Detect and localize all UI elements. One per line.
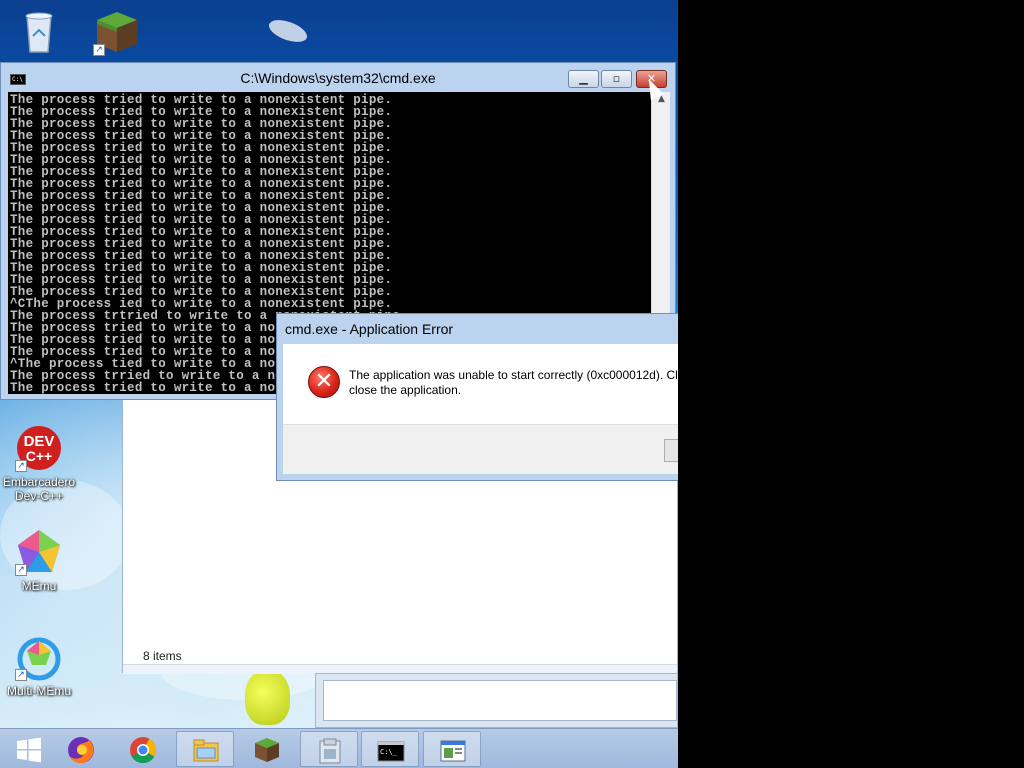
app-icon: [316, 737, 344, 765]
secondary-window[interactable]: [315, 673, 678, 728]
screen: ↗ DEV C++ ↗ Embarcadero Dev-C++ ↗ MEmu ↗…: [0, 0, 678, 768]
memu-icon: ↗: [15, 528, 63, 576]
firefox-icon: [67, 736, 95, 764]
maximize-icon: ▫: [612, 72, 621, 85]
error-icon: ✕: [308, 366, 340, 398]
shortcut-arrow-icon: ↗: [93, 44, 105, 56]
wallpaper-ball: [245, 670, 290, 725]
secondary-window-content: [323, 680, 677, 721]
taskbar-minecraft[interactable]: [238, 731, 296, 767]
wallpaper-bird: [266, 15, 310, 47]
command-prompt-icon: C:\_: [377, 737, 405, 765]
desktop-icon-label: MEmu: [21, 579, 57, 593]
desktop-icon-memu[interactable]: ↗ MEmu: [0, 528, 78, 593]
taskbar-command-prompt[interactable]: C:\_: [361, 731, 419, 767]
desktop-icon-minecraft[interactable]: ↗: [78, 8, 156, 56]
dialog-title: cmd.exe - Application Error: [285, 321, 454, 337]
dialog-message-line: The application was unable to start corr…: [349, 368, 678, 382]
minimize-icon: ▁: [579, 72, 588, 85]
taskbar: C:\_: [0, 728, 678, 768]
multi-memu-icon: ↗: [15, 633, 63, 681]
dialog-message: The application was unable to start corr…: [349, 368, 678, 398]
taskbar-firefox[interactable]: [52, 731, 110, 767]
dev-cpp-icon: DEV C++ ↗: [15, 424, 63, 472]
ok-button[interactable]: [664, 439, 678, 462]
desktop-icon-label: Embarcadero Dev-C++: [2, 475, 76, 503]
taskbar-window-app[interactable]: [423, 731, 481, 767]
desktop-icon-label: Multi-MEmu: [6, 684, 71, 698]
maximize-button[interactable]: ▫: [601, 70, 632, 88]
taskbar-chrome[interactable]: [114, 731, 172, 767]
cmd-titlebar[interactable]: C:\ C:\Windows\system32\cmd.exe ▁ ▫ ✕: [1, 63, 675, 93]
file-explorer-icon: [192, 737, 220, 765]
chrome-icon: [129, 736, 157, 764]
shortcut-arrow-icon: ↗: [15, 460, 27, 472]
start-button[interactable]: [0, 731, 58, 767]
taskbar-app[interactable]: [300, 731, 358, 767]
minecraft-icon: ↗: [93, 8, 141, 56]
taskbar-file-explorer[interactable]: [176, 731, 234, 767]
desktop-icon-dev-cpp[interactable]: DEV C++ ↗ Embarcadero Dev-C++: [0, 424, 78, 503]
dialog-message-line: close the application.: [349, 383, 462, 397]
minimize-button[interactable]: ▁: [568, 70, 599, 88]
application-error-dialog[interactable]: cmd.exe - Application Error ✕ The applic…: [276, 313, 678, 481]
window-app-icon: [439, 737, 467, 765]
recycle-bin-icon: [15, 8, 63, 56]
svg-text:C++: C++: [26, 448, 52, 464]
shortcut-arrow-icon: ↗: [15, 669, 27, 681]
windows-start-icon: [15, 736, 43, 764]
dialog-body: ✕ The application was unable to start co…: [283, 344, 678, 424]
minecraft-icon: [253, 736, 281, 764]
svg-text:C:\_: C:\_: [380, 748, 398, 756]
dialog-footer: [283, 424, 678, 474]
explorer-status-text: 8 items: [143, 649, 182, 663]
desktop-icon-recycle-bin[interactable]: [0, 8, 78, 56]
desktop-icon-multi-memu[interactable]: ↗ Multi-MEmu: [0, 633, 78, 698]
shortcut-arrow-icon: ↗: [15, 564, 27, 576]
